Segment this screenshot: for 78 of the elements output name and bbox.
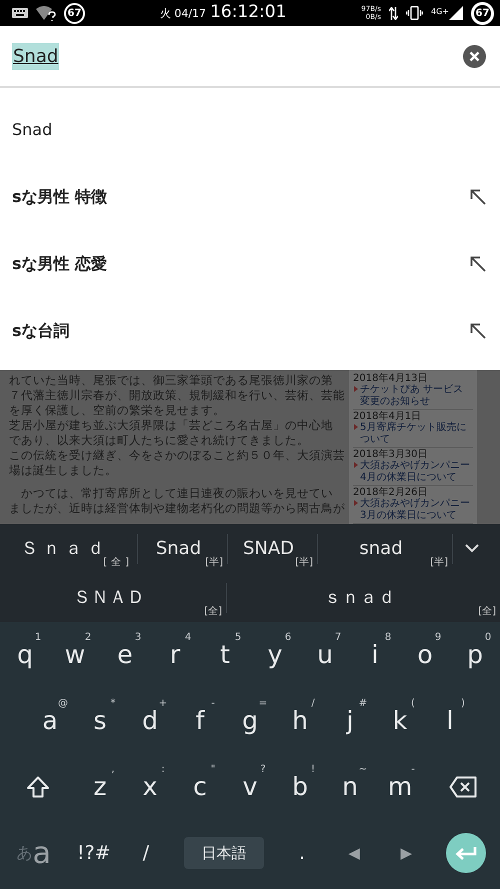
wifi-icon — [36, 6, 56, 20]
letter-key[interactable]: e 3 — [100, 622, 150, 688]
candidate-button[interactable]: Snad [半] — [138, 524, 227, 573]
bullet-icon — [354, 500, 358, 506]
enter-icon — [455, 846, 478, 860]
symbol-key[interactable]: . — [276, 820, 328, 886]
page-text-line: 芝居小屋が建ち並ぶ大須界隈は「芸どころ名古屋」の中心地 — [9, 418, 334, 433]
status-time: 16:12:01 — [210, 1, 286, 24]
bullet-icon — [354, 424, 358, 430]
status-date: 火 04/17 — [160, 6, 206, 22]
letter-key[interactable]: z , — [75, 754, 125, 820]
suggestion-text[interactable]: sな台詞 — [12, 318, 70, 342]
candidate-button[interactable]: Ｓｎａｄ [全] — [0, 524, 137, 573]
shift-icon — [26, 776, 50, 798]
symbol-key[interactable]: !?# — [68, 820, 120, 886]
letter-key[interactable]: x : — [125, 754, 175, 820]
letter-key[interactable]: k ( — [375, 688, 425, 754]
notification-count: 67 — [64, 2, 85, 24]
letter-key[interactable]: g = — [225, 688, 275, 754]
suggestion-text[interactable]: sな男性 特徴 — [12, 184, 108, 208]
fill-in-arrow-icon[interactable] — [470, 188, 486, 204]
page-text-line: れていた当時、尾張では、御三家筆頭である尾張徳川家の第 — [9, 373, 334, 388]
page-text-line: であり、以来大須は町人たちに愛され続けてきました。 — [9, 433, 310, 448]
candidate-button[interactable]: SNAD [半] — [228, 524, 317, 573]
page-text-line: 場は誕生しました。 — [9, 463, 118, 478]
keyboard-icon — [12, 8, 28, 18]
letter-key[interactable]: b ! — [275, 754, 325, 820]
page-text-line: かつては、常打寄席所として連日連夜の賑わいを見せてい — [20, 486, 334, 501]
letter-key[interactable]: v ? — [225, 754, 275, 820]
letter-key[interactable]: l ) — [425, 688, 475, 754]
letter-key[interactable]: w 2 — [50, 622, 100, 688]
bullet-icon — [354, 386, 358, 392]
cursor-key[interactable]: ◀ — [328, 820, 380, 886]
letter-key[interactable]: r 4 — [150, 622, 200, 688]
letter-key[interactable]: s * — [75, 688, 125, 754]
enter-key[interactable] — [446, 833, 486, 873]
clear-icon[interactable] — [463, 44, 486, 68]
candidate-button[interactable]: ｓｎａｄ [全] — [227, 573, 500, 622]
letter-key[interactable]: o 9 — [400, 622, 450, 688]
space-key[interactable]: 日本語 — [184, 837, 264, 869]
letter-key[interactable]: y 6 — [250, 622, 300, 688]
suggestion-text[interactable]: sな男性 恋愛 — [12, 252, 108, 276]
vibrate-icon — [406, 6, 423, 20]
page-text-line: ７代藩主徳川宗春が、開放政策、規制緩和を行い、芸術、芸能 — [9, 388, 345, 403]
fill-in-arrow-icon[interactable] — [470, 322, 486, 338]
cursor-key[interactable]: ▶ — [380, 820, 432, 886]
news-date: 2018年4月1日 — [353, 411, 422, 422]
bullet-icon — [354, 462, 358, 468]
letter-key[interactable]: q 1 — [0, 622, 50, 688]
letter-key[interactable]: i 8 — [350, 622, 400, 688]
chevron-down-icon — [465, 544, 479, 553]
letter-key[interactable]: n ~ — [325, 754, 375, 820]
letter-key[interactable]: h / — [275, 688, 325, 754]
fill-in-arrow-icon[interactable] — [470, 256, 486, 272]
news-date: 2018年3月30日 — [353, 449, 429, 460]
letter-key[interactable]: c " — [175, 754, 225, 820]
letter-key[interactable]: j # — [325, 688, 375, 754]
data-arrows-icon — [389, 6, 398, 20]
backspace-icon — [448, 776, 476, 798]
news-date: 2018年4月13日 — [353, 373, 429, 384]
signal-icon — [449, 6, 463, 20]
page-text-line: を厚く保護し、空前の繁栄を見せます。 — [9, 403, 226, 418]
symbol-key[interactable]: / — [120, 820, 172, 886]
search-field[interactable]: Snad — [12, 42, 60, 70]
letter-key[interactable]: m - — [375, 754, 425, 820]
page-text-line: ましたが、近時は経営体制や建物老朽化の問題等から閑古鳥が — [9, 501, 345, 516]
news-date: 2018年2月26日 — [353, 487, 429, 498]
letter-key[interactable]: u 7 — [300, 622, 350, 688]
page-text-line: この伝統を受け継ぎ、今をさかのぼること約５０年、大須演芸 — [9, 448, 345, 463]
candidate-button[interactable]: snad [半] — [318, 524, 452, 573]
letter-key[interactable]: f - — [175, 688, 225, 754]
network-type: 4G+ — [431, 6, 449, 18]
suggestion-item[interactable]: Snad — [0, 96, 500, 163]
letter-key[interactable]: d + — [125, 688, 175, 754]
letter-key[interactable]: p 0 — [450, 622, 500, 688]
letter-key[interactable]: t 5 — [200, 622, 250, 688]
candidate-button[interactable]: ＳＮＡＤ [全] — [0, 573, 226, 622]
letter-key[interactable]: a @ — [25, 688, 75, 754]
